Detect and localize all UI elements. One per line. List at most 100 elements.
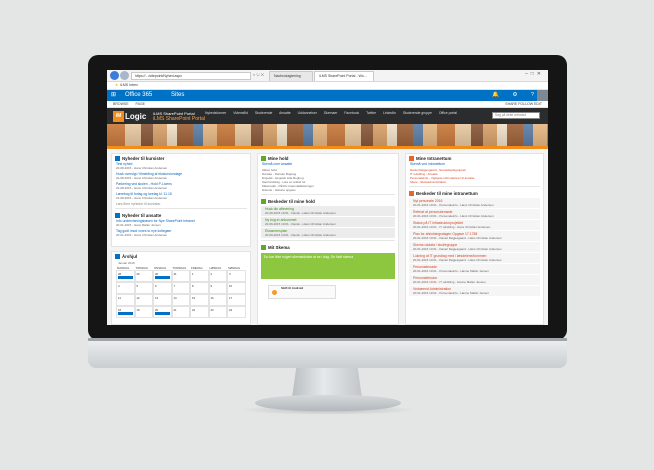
calendar-day[interactable]: 17 [227, 294, 246, 306]
calendar-day[interactable]: 29 [134, 270, 153, 282]
refresh-icon[interactable]: ⌕ ↻ ✕ [253, 72, 264, 77]
calendar-day[interactable]: 12 [134, 294, 153, 306]
nav-item[interactable]: Vidensfild [233, 111, 248, 115]
window-controls[interactable]: –□✕ [525, 71, 544, 77]
nav-item[interactable]: Office portal [439, 111, 457, 115]
calendar-day[interactable]: 5 [134, 282, 153, 294]
calendar-day[interactable]: 23 [208, 306, 227, 318]
intranet-message-item[interactable]: Lukning af IT grundlag med i læsdelene/k… [409, 253, 540, 263]
nav-item[interactable]: Skemaer [324, 111, 338, 115]
message-meta: 20-09-2015 10:01 - Dansk - Hans Christia… [265, 211, 336, 215]
address-bar[interactable]: https://.../sitepoint/Nyhed.aspx [131, 72, 251, 80]
browser-tab-2[interactable]: iLMS SharePoint Portal - Wo... [314, 71, 374, 81]
message-item[interactable]: Husk din aflevering 20-09-2015 10:01 - Da… [261, 206, 395, 216]
nav-item[interactable]: Facebook [344, 111, 359, 115]
staff-news-meta: 20-01-2015 - Hans Christian Andersen [116, 233, 168, 237]
calendar-event[interactable] [118, 312, 133, 315]
office-suite-bar: ⊞ Office 365 Sites 🔔 ⚙ ? [107, 90, 548, 101]
suite-icons[interactable]: 🔔 ⚙ ? [492, 91, 540, 100]
nav-item[interactable]: Uddannelser [298, 111, 317, 115]
calendar-day[interactable]: 15 [190, 294, 209, 306]
sites-link[interactable]: Sites [171, 91, 184, 100]
ribbon-browse[interactable]: BROWSE [113, 102, 129, 106]
intranet-message-item[interactable]: Status på IT infrastrukturprojektet 20-01… [409, 220, 540, 230]
calendar-day[interactable]: 6 [153, 282, 172, 294]
calendar-day[interactable]: 22 [190, 306, 209, 318]
team-overview-link[interactable]: Skemå over ansatte [258, 162, 398, 166]
message-item[interactable]: Ny bog er ankommet 20-09-2015 10:01 - Dan… [261, 217, 395, 227]
intranet-message-meta: 20-01-2016 10:01 - IT udvikling - Hans C… [413, 225, 491, 229]
calendar-day[interactable]: 9 [208, 282, 227, 294]
app-launcher-icon[interactable]: ⊞ [111, 92, 116, 99]
intranet-message-item[interactable]: Vedrørend Administration 20-01-2016 10:01… [409, 286, 540, 296]
calendar-day[interactable]: 4 [116, 282, 135, 294]
site-header: iM Logic iLMS SharePoint Portal iLMS Sha… [107, 108, 548, 124]
calendar-day[interactable]: 1 [190, 270, 209, 282]
site-search-input[interactable]: Søg på dette websted [492, 112, 540, 119]
news-more-link[interactable]: Læs flere nyheder til kursister [112, 202, 250, 206]
team-line[interactable]: Historie - Historie opgave [258, 188, 398, 192]
nav-item[interactable]: Studerende gruppe [403, 111, 432, 115]
calendar-day[interactable]: 30 [153, 270, 172, 282]
ribbon-page[interactable]: PAGE [136, 102, 145, 106]
calendar-day[interactable]: 24 [227, 306, 246, 318]
intranet-line[interactable]: Skole - Skoleadministration [406, 180, 543, 184]
calendar-grid: MANDAG TIRSDAG ONSDAG TORSDAG FREDAG LØR… [116, 266, 246, 318]
calendar-day[interactable]: 16 [208, 294, 227, 306]
main-content: Nyheder til kursister Test nyhed 20-08-20… [107, 149, 548, 325]
calendar-day[interactable]: 8 [190, 282, 209, 294]
intranet-message-item[interactable]: Plan for afslutningsdagen Opgave 17.1758… [409, 231, 540, 241]
calendar-day[interactable]: 21 [171, 306, 190, 318]
intranet-message-item[interactable]: Referat af personalemøde 20-01-2016 10:01… [409, 209, 540, 219]
nav-item[interactable]: Nyhedsformer [205, 111, 226, 115]
site-logo-mark[interactable]: iM [113, 111, 124, 122]
calendar-event[interactable] [118, 276, 133, 279]
calendar-day[interactable]: 20 [153, 306, 172, 318]
calendar-day[interactable]: 18 [116, 306, 135, 318]
calendar-day[interactable]: 31 [171, 270, 190, 282]
favorite-link[interactable]: iLMS Intrex [120, 83, 138, 87]
calendar-day[interactable]: 28 [116, 270, 135, 282]
message-item[interactable]: Eksamensplan 20-09-2015 10:01 - Dansk - H… [261, 228, 395, 238]
message-icon [261, 199, 266, 204]
calendar-day[interactable]: 13 [153, 294, 172, 306]
browser-tab-1[interactable]: Nachrodagtening [269, 71, 313, 81]
user-avatar[interactable] [537, 90, 548, 101]
news-meta: 20-08-2015 - Hans Christian Andersen [116, 166, 168, 170]
calendar-day[interactable]: 3 [227, 270, 246, 282]
back-icon[interactable] [110, 71, 119, 80]
forward-icon[interactable] [120, 71, 129, 80]
ribbon: BROWSE PAGE SHARE FOLLOW EDIT [107, 101, 548, 108]
intranet-message-icon [409, 191, 414, 196]
favorites-bar: ★ iLMS Intrex [107, 82, 548, 90]
calendar-day[interactable]: 7 [171, 282, 190, 294]
nav-item[interactable]: Ansatte [279, 111, 291, 115]
calendar-day[interactable]: 2 [208, 270, 227, 282]
nav-item[interactable]: LinkedIn [383, 111, 396, 115]
intranet-message-meta: 20-01-2016 10:01 - Personaleinfo - Hans … [413, 203, 494, 207]
nav-item[interactable]: Twitter [366, 111, 376, 115]
document-label: Skift til Android [281, 286, 304, 290]
calendar-day[interactable]: 11 [116, 294, 135, 306]
calendar-day[interactable]: 14 [171, 294, 190, 306]
ribbon-actions[interactable]: SHARE FOLLOW EDIT [505, 101, 542, 107]
intranet-message-item[interactable]: Personalefusion 20-01-2016 10:01 - IT udv… [409, 275, 540, 285]
intranet-message-item[interactable]: Personalemøde 20-01-2016 10:01 - Personal… [409, 264, 540, 274]
calendar-title: Årshjul [122, 254, 138, 259]
news-meta: 22-08-2015 - Hans Christian Andersen [116, 176, 168, 180]
intranet-overview-link[interactable]: Skemå ved Intranettum [406, 162, 543, 166]
calendar-day[interactable]: 10 [227, 282, 246, 294]
intranet-message-item[interactable]: Skema uddata / studiegruppe 20-01-2016 10… [409, 242, 540, 252]
office365-brand[interactable]: Office 365 [125, 91, 152, 100]
calendar-event[interactable] [155, 276, 170, 279]
calendar-month[interactable]: Januar 2016 [114, 261, 139, 265]
staff-news-icon [115, 213, 120, 218]
schedule-box[interactable]: Du har ikke nogen skemablokke at se i da… [261, 253, 395, 279]
calendar-event[interactable] [155, 312, 170, 315]
intranet-message-item[interactable]: Nyt personale 2016 20-01-2016 10:01 - Per… [409, 198, 540, 208]
team-icon [261, 156, 266, 161]
calendar-day[interactable]: 19 [134, 306, 153, 318]
site-logo-text[interactable]: Logic [125, 111, 146, 122]
nav-item[interactable]: Studerende [255, 111, 273, 115]
document-tile[interactable]: Skift til Android [268, 285, 336, 299]
